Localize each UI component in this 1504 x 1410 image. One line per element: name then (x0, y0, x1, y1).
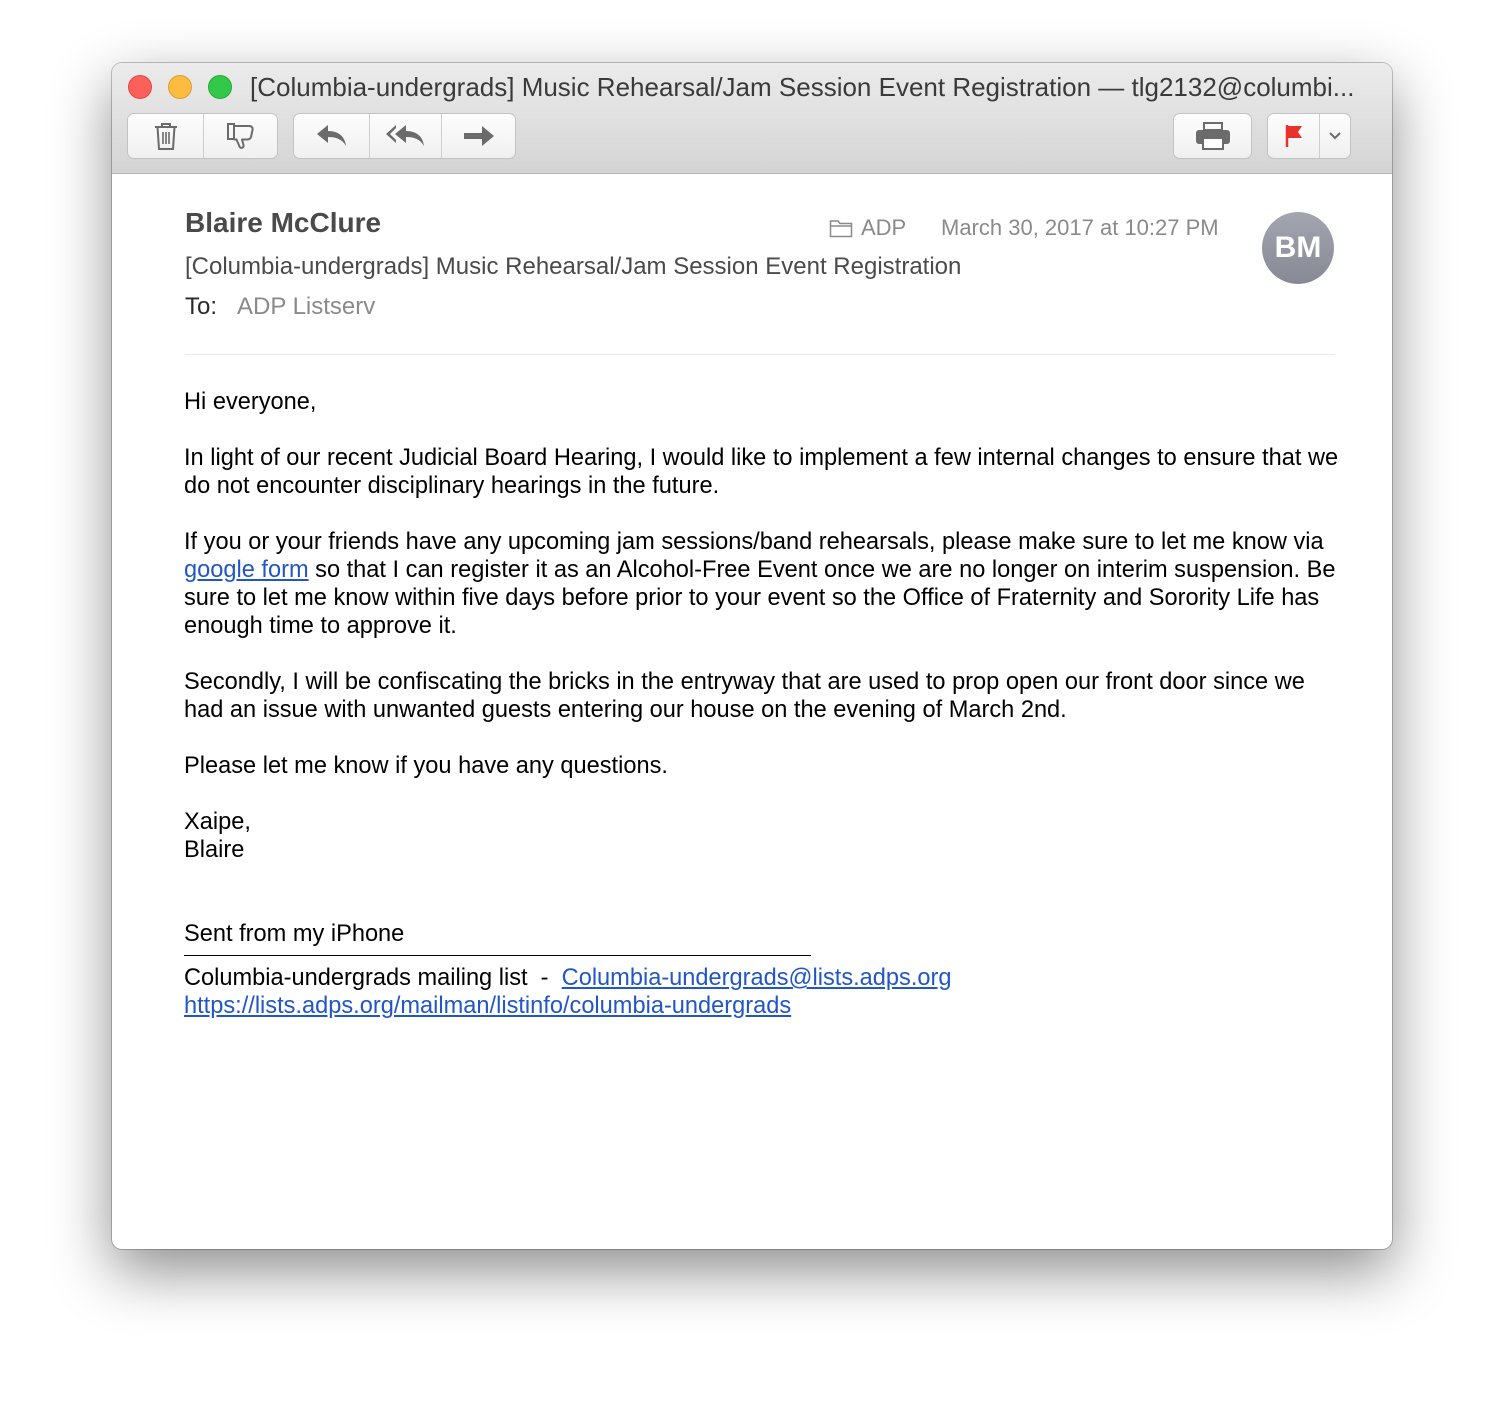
trash-icon (154, 123, 177, 150)
delete-junk-group (128, 114, 277, 158)
reply-icon (316, 125, 346, 146)
flag-button[interactable] (1268, 114, 1320, 158)
window-title: [Columbia-undergrads] Music Rehearsal/Ja… (250, 72, 1355, 102)
folder-icon (829, 220, 853, 238)
subject-line: [Columbia-undergrads] Music Rehearsal/Ja… (185, 253, 962, 280)
to-label: To: (185, 293, 218, 320)
forward-button[interactable] (442, 114, 515, 158)
chevron-down-icon (1329, 132, 1341, 140)
print-group (1174, 114, 1251, 158)
print-button[interactable] (1174, 114, 1251, 158)
mailbox-name: ADP (861, 215, 907, 240)
reply-button[interactable] (294, 114, 370, 158)
reply-group (294, 114, 515, 158)
flag-group (1268, 114, 1350, 158)
recipient[interactable]: ADP Listserv (237, 293, 375, 321)
body-paragraph-2-start: If you or your friends have any upcoming… (184, 529, 1324, 555)
body-paragraph-4: Please let me know if you have any quest… (184, 753, 668, 779)
footer-rule (184, 955, 811, 956)
mailbox-indicator[interactable]: ADP (829, 215, 906, 241)
flag-menu-button[interactable] (1320, 114, 1350, 158)
signature: Blaire (184, 837, 245, 863)
junk-button[interactable] (204, 114, 277, 158)
mailing-list-url-link[interactable]: https://lists.adps.org/mailman/listinfo/… (184, 993, 791, 1019)
sent-from: Sent from my iPhone (184, 921, 405, 947)
message-date: March 30, 2017 at 10:27 PM (941, 215, 1219, 240)
sender-name[interactable]: Blaire McClure (185, 207, 381, 239)
body-greeting: Hi everyone, (184, 389, 317, 415)
titlebar: [Columbia-undergrads] Music Rehearsal/Ja… (112, 63, 1392, 174)
message-body: Hi everyone, In light of our recent Judi… (184, 388, 1344, 1020)
junk-icon (226, 123, 254, 149)
body-paragraph-2: If you or your friends have any upcoming… (184, 528, 1344, 640)
mailing-list-email-link[interactable]: Columbia-undergrads@lists.adps.org (562, 965, 952, 991)
minimize-window-button[interactable] (168, 75, 192, 99)
reply-all-button[interactable] (370, 114, 442, 158)
reply-all-icon (385, 125, 424, 146)
footer-line: Columbia-undergrads mailing list - Colum… (184, 964, 1344, 992)
mail-window: [Columbia-undergrads] Music Rehearsal/Ja… (112, 63, 1392, 1249)
body-paragraph-3: Secondly, I will be confiscating the bri… (184, 669, 1305, 723)
forward-icon (463, 126, 494, 146)
signoff: Xaipe, (184, 809, 251, 835)
google-form-link[interactable]: google form (184, 557, 309, 583)
footer-url-line: https://lists.adps.org/mailman/listinfo/… (184, 992, 1344, 1020)
header-divider (185, 354, 1335, 355)
flag-icon (1285, 125, 1302, 147)
print-icon (1195, 122, 1230, 150)
avatar: BM (1262, 212, 1334, 284)
body-paragraph-2-end: so that I can register it as an Alcohol-… (184, 557, 1336, 639)
close-window-button[interactable] (128, 75, 152, 99)
zoom-window-button[interactable] (208, 75, 232, 99)
footer-label: Columbia-undergrads mailing list - (184, 965, 562, 991)
body-paragraph-1: In light of our recent Judicial Board He… (184, 445, 1339, 499)
delete-button[interactable] (128, 114, 204, 158)
